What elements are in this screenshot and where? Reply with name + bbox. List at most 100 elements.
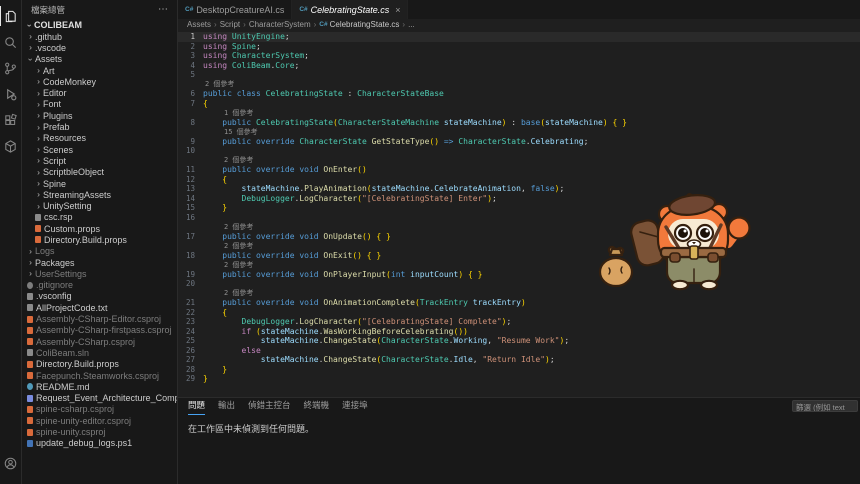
explorer-item[interactable]: ›Scenes: [22, 144, 177, 155]
explorer-item[interactable]: ›Script: [22, 155, 177, 166]
breadcrumb-file-item[interactable]: C#CelebratingState.cs: [319, 20, 399, 29]
line-number[interactable]: 11: [178, 165, 195, 174]
account-icon[interactable]: [0, 450, 22, 476]
explorer-item[interactable]: Directory.Build.props: [22, 359, 177, 370]
code-line-12[interactable]: 12 {: [178, 175, 860, 185]
line-number[interactable]: 1: [178, 32, 195, 41]
explorer-item[interactable]: ›StreamingAssets: [22, 189, 177, 200]
explorer-item[interactable]: ›.vscode: [22, 42, 177, 53]
explorer-item[interactable]: ›Packages: [22, 257, 177, 268]
code-line-4[interactable]: 4using ColiBeam.Core;: [178, 61, 860, 71]
line-number[interactable]: 12: [178, 175, 195, 184]
explorer-item[interactable]: ColiBeam.sln: [22, 347, 177, 358]
desktop-pet-mascot[interactable]: [582, 185, 764, 297]
panel-tab-偵錯主控台[interactable]: 偵錯主控台: [248, 399, 291, 415]
line-number[interactable]: 8: [178, 118, 195, 127]
code-line-28[interactable]: 28 }: [178, 365, 860, 375]
explorer-item[interactable]: spine-unity.csproj: [22, 426, 177, 437]
code-line-23[interactable]: 23 DebugLogger.LogCharacter("[Celebratin…: [178, 317, 860, 327]
line-number[interactable]: 17: [178, 232, 195, 241]
explorer-item[interactable]: ›UserSettings: [22, 268, 177, 279]
code-line-7[interactable]: 7{: [178, 99, 860, 109]
explorer-item[interactable]: Assembly-CSharp-firstpass.csproj: [22, 325, 177, 336]
codelens-references-link[interactable]: 2 個參考: [178, 156, 860, 166]
explorer-item[interactable]: README.md: [22, 381, 177, 392]
line-number[interactable]: 19: [178, 270, 195, 279]
explorer-item[interactable]: ›Prefab: [22, 121, 177, 132]
line-number[interactable]: 28: [178, 365, 195, 374]
breadcrumb-item[interactable]: Assets: [187, 20, 211, 29]
code-line-6[interactable]: 6public class CelebratingState : Charact…: [178, 89, 860, 99]
code-line-22[interactable]: 22 {: [178, 308, 860, 318]
extensions-icon[interactable]: [0, 107, 22, 133]
code-line-9[interactable]: 9 public override CharacterState GetStat…: [178, 137, 860, 147]
code-line-29[interactable]: 29}: [178, 374, 860, 384]
explorer-item[interactable]: ›CodeMonkey: [22, 76, 177, 87]
problems-filter-input[interactable]: 篩選 (例如 text: [792, 400, 858, 412]
code-line-8[interactable]: 8 public CelebratingState(CharacterState…: [178, 118, 860, 128]
code-editor[interactable]: 1using UnityEngine;2using Spine;3using C…: [178, 30, 860, 397]
line-number[interactable]: 7: [178, 99, 195, 108]
line-number[interactable]: 6: [178, 89, 195, 98]
line-number[interactable]: 9: [178, 137, 195, 146]
code-line-25[interactable]: 25 stateMachine.ChangeState(CharacterSta…: [178, 336, 860, 346]
codelens-references-link[interactable]: 15 個參考: [178, 127, 860, 137]
codelens-references-link[interactable]: 1 個參考: [178, 108, 860, 118]
line-number[interactable]: 25: [178, 336, 195, 345]
breadcrumb-symbol-item[interactable]: ...: [408, 20, 415, 29]
line-number[interactable]: 2: [178, 42, 195, 51]
code-line-24[interactable]: 24 if (stateMachine.WasWorkingBeforeCele…: [178, 327, 860, 337]
code-line-10[interactable]: 10: [178, 146, 860, 156]
explorer-item[interactable]: Facepunch.Steamworks.csproj: [22, 370, 177, 381]
explorer-item[interactable]: ›Assets: [22, 54, 177, 65]
explorer-item[interactable]: AllProjectCode.txt: [22, 302, 177, 313]
code-line-11[interactable]: 11 public override void OnEnter(): [178, 165, 860, 175]
panel-tab-問題[interactable]: 問題: [188, 399, 205, 415]
explorer-item[interactable]: ›UnitySetting: [22, 200, 177, 211]
explorer-item[interactable]: .vsconfig: [22, 291, 177, 302]
explorer-item[interactable]: ›Plugins: [22, 110, 177, 121]
explorer-item[interactable]: Request_Event_Architecture_Complete_Repo…: [22, 393, 177, 404]
line-number[interactable]: 26: [178, 346, 195, 355]
explorer-item[interactable]: update_debug_logs.ps1: [22, 438, 177, 449]
codelens-references-link[interactable]: 2 個參考: [178, 80, 860, 90]
breadcrumb-item[interactable]: Script: [220, 20, 240, 29]
line-number[interactable]: 5: [178, 70, 195, 79]
explorer-item[interactable]: Assembly-CSharp-Editor.csproj: [22, 313, 177, 324]
run-debug-icon[interactable]: [0, 81, 22, 107]
explorer-item[interactable]: ›Art: [22, 65, 177, 76]
line-number[interactable]: 24: [178, 327, 195, 336]
explorer-item[interactable]: .gitignore: [22, 280, 177, 291]
line-number[interactable]: 18: [178, 251, 195, 260]
explorer-more-actions-button[interactable]: ⋯: [158, 4, 169, 15]
tab-desktopcreatureai-cs[interactable]: C#DesktopCreatureAI.cs: [178, 0, 292, 19]
code-line-21[interactable]: 21 public override void OnAnimationCompl…: [178, 298, 860, 308]
code-line-26[interactable]: 26 else: [178, 346, 860, 356]
code-line-3[interactable]: 3using CharacterSystem;: [178, 51, 860, 61]
panel-tab-連接埠[interactable]: 連接埠: [342, 399, 368, 415]
unity-package-icon[interactable]: [0, 133, 22, 159]
code-line-1[interactable]: 1using UnityEngine;: [178, 32, 860, 42]
code-line-27[interactable]: 27 stateMachine.ChangeState(CharacterSta…: [178, 355, 860, 365]
tree-root-colibeam[interactable]: › COLIBEAM: [22, 19, 177, 31]
explorer-item[interactable]: spine-unity-editor.csproj: [22, 415, 177, 426]
line-number[interactable]: 10: [178, 146, 195, 155]
explorer-item[interactable]: ›ScriptbleObject: [22, 167, 177, 178]
panel-tab-終端機[interactable]: 終端機: [304, 399, 330, 415]
line-number[interactable]: 20: [178, 279, 195, 288]
line-number[interactable]: 16: [178, 213, 195, 222]
line-number[interactable]: 13: [178, 184, 195, 193]
line-number[interactable]: 14: [178, 194, 195, 203]
explorer-item[interactable]: Directory.Build.props: [22, 234, 177, 245]
explorer-item[interactable]: ›Spine: [22, 178, 177, 189]
explorer-item[interactable]: ›Logs: [22, 246, 177, 257]
explorer-item[interactable]: csc.rsp: [22, 212, 177, 223]
line-number[interactable]: 29: [178, 374, 195, 383]
panel-tab-輸出[interactable]: 輸出: [218, 399, 235, 415]
search-icon[interactable]: [0, 29, 22, 55]
explorer-item[interactable]: spine-csharp.csproj: [22, 404, 177, 415]
explorer-item[interactable]: ›Editor: [22, 87, 177, 98]
explorer-icon[interactable]: [0, 3, 22, 29]
line-number[interactable]: 4: [178, 61, 195, 70]
line-number[interactable]: 27: [178, 355, 195, 364]
